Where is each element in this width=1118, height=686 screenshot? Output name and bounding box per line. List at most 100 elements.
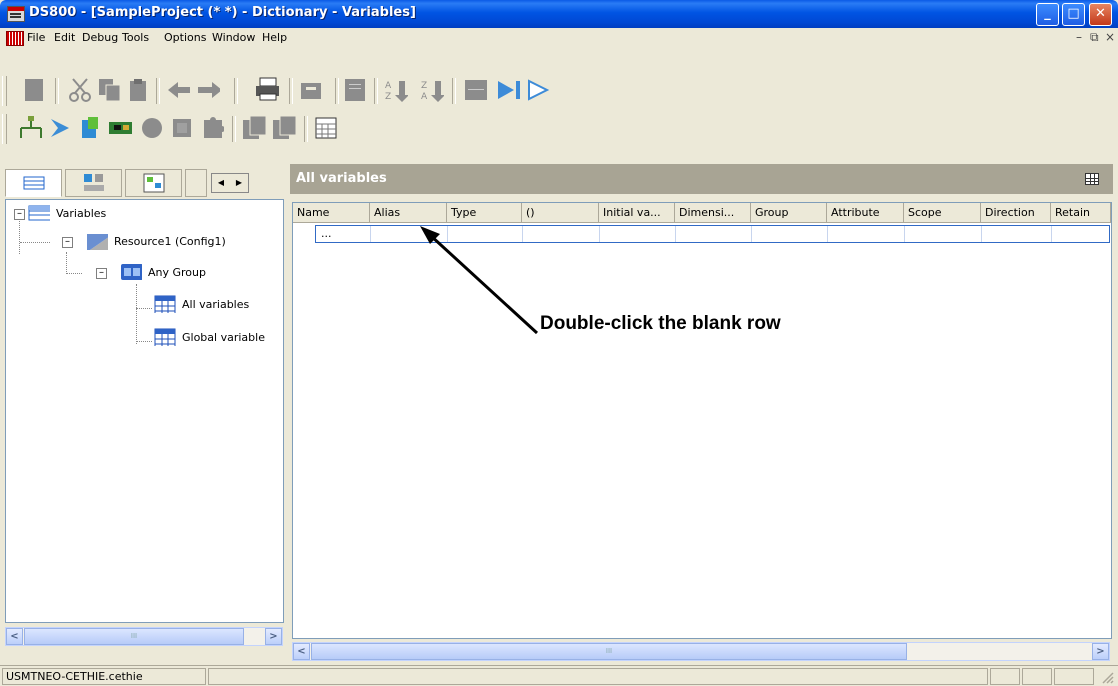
toolbar-grip[interactable] bbox=[2, 76, 7, 106]
find-icon[interactable] bbox=[300, 78, 324, 102]
menu-tools[interactable]: Tools bbox=[122, 31, 149, 44]
mdi-minimize-button[interactable]: – bbox=[1076, 30, 1082, 44]
scroll-thumb[interactable]: III bbox=[24, 628, 244, 645]
menu-help[interactable]: Help bbox=[262, 31, 287, 44]
tree-item-label: Variables bbox=[56, 206, 107, 220]
tree-item-all-variables[interactable]: All variables bbox=[154, 293, 250, 315]
connect-icon[interactable] bbox=[48, 116, 72, 140]
scroll-thumb[interactable]: III bbox=[311, 643, 907, 660]
status-user: USMTNEO-CETHIE.cethie bbox=[2, 668, 206, 685]
tree-item-variables[interactable]: Variables bbox=[28, 202, 106, 224]
resize-grip-icon[interactable] bbox=[1100, 670, 1114, 684]
mdi-close-button[interactable]: × bbox=[1105, 30, 1115, 44]
tree-line bbox=[19, 214, 20, 254]
cut-icon[interactable] bbox=[68, 78, 92, 102]
menu-window[interactable]: Window bbox=[212, 31, 255, 44]
scroll-left-button[interactable]: < bbox=[293, 643, 310, 660]
svg-text:Z: Z bbox=[385, 92, 391, 102]
menu-debug[interactable]: Debug bbox=[82, 31, 118, 44]
new-icon[interactable] bbox=[22, 78, 46, 102]
variables-icon bbox=[28, 205, 50, 221]
tree-item-any-group[interactable]: Any Group bbox=[120, 261, 206, 283]
table-icon bbox=[154, 295, 176, 313]
paste-icon[interactable] bbox=[126, 78, 150, 102]
mdi-restore-button[interactable]: ⧉ bbox=[1090, 30, 1099, 45]
svg-text:Z: Z bbox=[421, 81, 427, 91]
status-panel bbox=[208, 668, 988, 685]
spreadsheet-icon[interactable] bbox=[314, 116, 338, 140]
scroll-right-button[interactable]: > bbox=[1092, 643, 1109, 660]
variables-tree: – Variables – Resource1 (Config1) – Any … bbox=[5, 199, 284, 623]
network-icon[interactable] bbox=[18, 116, 42, 140]
toolbar-grip[interactable] bbox=[2, 114, 7, 144]
tree-item-global-variables[interactable]: Global variable bbox=[154, 326, 265, 348]
tab-link[interactable] bbox=[125, 169, 182, 197]
menu-bar: File Edit Debug Tools Options Window Hel… bbox=[0, 28, 1118, 48]
tree-line bbox=[66, 252, 67, 274]
step-icon[interactable] bbox=[496, 78, 520, 102]
menu-edit[interactable]: Edit bbox=[54, 31, 75, 44]
toolbar-separator bbox=[156, 78, 160, 104]
toolbar-separator bbox=[304, 116, 308, 142]
tab-scroll-buttons: ◀ ▶ bbox=[211, 173, 249, 193]
minimize-button[interactable]: _ bbox=[1036, 3, 1059, 26]
svg-text:A: A bbox=[421, 92, 428, 102]
close-button[interactable]: ✕ bbox=[1089, 3, 1112, 26]
undo-icon[interactable] bbox=[166, 78, 190, 102]
tab-scroll-right-button[interactable]: ▶ bbox=[230, 174, 248, 192]
expand-toggle[interactable]: – bbox=[62, 237, 73, 248]
tree-line bbox=[136, 341, 152, 342]
toolbar-separator bbox=[234, 78, 238, 104]
import-icon[interactable] bbox=[242, 115, 266, 140]
toolbar-standard: AZ ZA bbox=[0, 72, 1118, 110]
redo-icon[interactable] bbox=[196, 78, 220, 102]
sort-descending-icon[interactable]: ZA bbox=[420, 78, 444, 102]
tab-scroll-left-button[interactable]: ◀ bbox=[212, 174, 230, 192]
toolbar-project bbox=[0, 110, 1118, 148]
scroll-left-button[interactable]: < bbox=[6, 628, 23, 645]
workspace-tabs: ◀ ▶ bbox=[5, 167, 285, 197]
expand-toggle[interactable]: – bbox=[96, 268, 107, 279]
tree-line bbox=[136, 284, 137, 344]
tree-item-resource[interactable]: Resource1 (Config1) bbox=[86, 230, 226, 252]
copy-icon[interactable] bbox=[98, 78, 122, 102]
tree-line bbox=[20, 242, 50, 243]
puzzle-icon[interactable] bbox=[200, 116, 224, 140]
group-icon bbox=[121, 264, 142, 280]
square-icon[interactable] bbox=[170, 116, 194, 140]
maximize-button[interactable]: □ bbox=[1062, 3, 1085, 26]
svg-text:A: A bbox=[385, 81, 392, 91]
link-tab-icon bbox=[143, 173, 164, 193]
scroll-right-button[interactable]: > bbox=[265, 628, 282, 645]
resource-icon[interactable] bbox=[78, 116, 102, 140]
tree-item-label: Resource1 (Config1) bbox=[114, 234, 226, 248]
grid-icon[interactable] bbox=[464, 78, 488, 102]
tab-hardware[interactable] bbox=[65, 169, 122, 197]
sort-ascending-icon[interactable]: AZ bbox=[384, 78, 408, 102]
status-panel bbox=[1022, 668, 1052, 685]
tree-line bbox=[136, 308, 152, 309]
circle-icon[interactable] bbox=[140, 116, 164, 140]
variables-editor: All variables Name Alias Type () Initial… bbox=[290, 164, 1113, 665]
board-icon[interactable] bbox=[108, 116, 132, 140]
toolbar-separator bbox=[289, 78, 293, 104]
mdi-document-icon[interactable] bbox=[6, 31, 24, 46]
print-icon[interactable] bbox=[255, 77, 279, 102]
toolbar-separator bbox=[374, 78, 378, 104]
run-icon[interactable] bbox=[526, 78, 550, 102]
expand-toggle[interactable]: – bbox=[14, 209, 25, 220]
properties-icon[interactable] bbox=[344, 78, 368, 102]
grid-horizontal-scrollbar[interactable]: < III > bbox=[292, 642, 1110, 661]
menu-file[interactable]: File bbox=[27, 31, 45, 44]
app-icon[interactable] bbox=[7, 6, 25, 22]
tab-dictionary[interactable] bbox=[5, 169, 62, 197]
menu-options[interactable]: Options bbox=[164, 31, 206, 44]
instruction-callout: Double-click the blank row bbox=[540, 313, 781, 334]
tree-item-label: All variables bbox=[182, 297, 250, 311]
tree-item-label: Global variable bbox=[182, 330, 265, 344]
export-icon[interactable] bbox=[272, 115, 296, 140]
tree-horizontal-scrollbar[interactable]: < III > bbox=[5, 627, 283, 646]
tab-partial[interactable] bbox=[185, 169, 207, 197]
tree-item-label: Any Group bbox=[148, 265, 206, 279]
title-bar: DS800 - [SampleProject (* *) - Dictionar… bbox=[0, 0, 1118, 28]
